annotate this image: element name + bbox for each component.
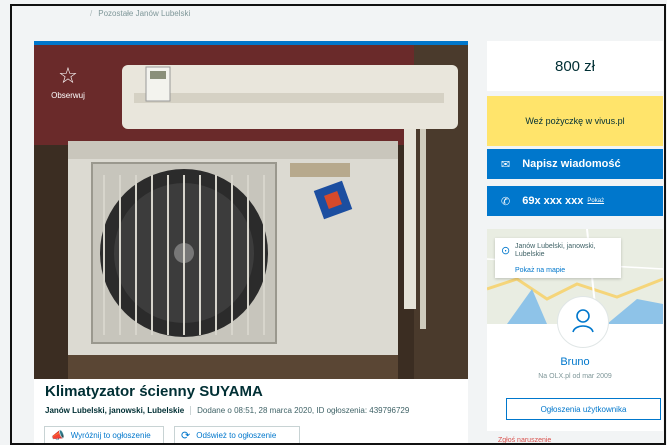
listing-info: Klimatyzator ścienny SUYAMA Janów Lubels… — [34, 379, 468, 443]
listing-title: Klimatyzator ścienny SUYAMA — [45, 383, 263, 400]
phone-icon: ✆ — [501, 195, 511, 208]
price: 800 zł — [554, 57, 596, 75]
breadcrumb[interactable]: / Pozostałe Janów Lubelski — [90, 9, 190, 18]
location-card: ⊙ Janów Lubelski, janowski, Lubelskie Po… — [495, 238, 621, 278]
listing-meta: Janów Lubelski, janowski, Lubelskie Dodan… — [45, 406, 410, 416]
listing-added: Dodane o 08:51, 28 marca 2020, ID ogłosz… — [197, 406, 410, 415]
seller-name[interactable]: Bruno — [487, 356, 663, 368]
phone-show-link[interactable]: Pokaż — [587, 198, 604, 204]
browser-frame: / Pozostałe Janów Lubelski ☆ Obserwuj Kl… — [10, 4, 666, 445]
observe-button[interactable]: ☆ Obserwuj — [46, 63, 90, 101]
location-address: Janów Lubelski, janowski, Lubelskie — [515, 243, 596, 258]
phone-number: 69x xxx xxx — [522, 195, 584, 207]
avatar[interactable] — [557, 296, 609, 348]
map-pin-icon: ⊙ — [501, 245, 511, 257]
listing-location: Janów Lubelski, janowski, Lubelskie — [45, 406, 185, 415]
envelope-icon: ✉ — [501, 158, 511, 171]
message-label: Napisz wiadomość — [522, 158, 621, 170]
show-on-map-link[interactable]: Pokaż na mapie — [515, 267, 565, 274]
promote-button[interactable]: 📣 Wyróżnij to ogłoszenie — [44, 426, 164, 443]
refresh-button[interactable]: ⟳ Odśwież to ogłoszenie — [174, 426, 300, 443]
refresh-label: Odśwież to ogłoszenie — [196, 431, 277, 440]
user-ads-button[interactable]: Ogłoszenia użytkownika — [506, 398, 661, 420]
air-conditioner-image — [34, 45, 468, 383]
seller-since: Na OLX.pl od mar 2009 — [538, 373, 612, 380]
user-icon — [572, 309, 594, 333]
breadcrumb-separator: / — [90, 9, 93, 18]
star-icon: ☆ — [58, 63, 78, 88]
megaphone-icon: 📣 — [51, 430, 65, 442]
loan-banner[interactable]: Weź pożyczkę w vivus.pl — [487, 96, 663, 146]
loan-label: Weź pożyczkę w vivus.pl — [525, 116, 625, 126]
price-box: 800 zł — [487, 41, 663, 91]
promote-label: Wyróżnij to ogłoszenie — [70, 431, 151, 440]
listing-photo[interactable]: ☆ Obserwuj — [34, 41, 468, 383]
meta-divider — [190, 406, 192, 416]
observe-label: Obserwuj — [51, 91, 85, 100]
message-button[interactable]: ✉ Napisz wiadomość — [487, 149, 663, 179]
user-ads-label: Ogłoszenia użytkownika — [540, 404, 627, 414]
breadcrumb-current[interactable]: Pozostałe Janów Lubelski — [98, 9, 190, 18]
phone-button[interactable]: ✆ 69x xxx xxx Pokaż — [487, 186, 663, 216]
refresh-icon: ⟳ — [181, 430, 191, 442]
